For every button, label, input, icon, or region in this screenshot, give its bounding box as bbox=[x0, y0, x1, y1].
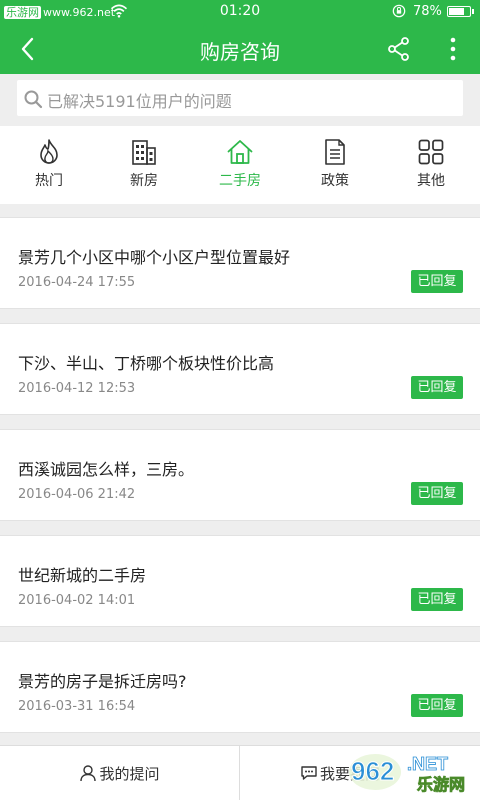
question-item[interactable]: 景芳几个小区中哪个小区户型位置最好 2016-04-24 17:55 已回复 bbox=[0, 217, 480, 309]
status-time: 01:20 bbox=[219, 3, 261, 19]
tab-new-house-label: 新房 bbox=[130, 173, 158, 189]
battery-icon bbox=[447, 6, 474, 17]
question-item[interactable]: 景芳的房子是拆迁房吗? 2016-03-31 16:54 已回复 bbox=[0, 641, 480, 733]
flame-icon bbox=[40, 139, 58, 164]
tab-hot-label: 热门 bbox=[35, 173, 63, 189]
watermark-name: 乐游网 bbox=[417, 775, 465, 794]
user-icon bbox=[80, 765, 97, 782]
watermark-net: .NET bbox=[407, 754, 448, 774]
grid-icon bbox=[418, 139, 444, 165]
tab-second-hand-label: 二手房 bbox=[219, 173, 261, 189]
rotation-lock-icon bbox=[392, 4, 406, 18]
my-questions-label: 我的提问 bbox=[99, 765, 160, 783]
building-icon bbox=[132, 140, 156, 165]
app-header: 购房咨询 bbox=[0, 24, 480, 74]
question-title: 景芳的房子是拆迁房吗? bbox=[18, 672, 187, 691]
question-date: 2016-04-02 14:01 bbox=[18, 593, 136, 608]
question-item[interactable]: 下沙、半山、丁桥哪个板块性价比高 2016-04-12 12:53 已回复 bbox=[0, 323, 480, 415]
question-date: 2016-04-06 21:42 bbox=[18, 487, 136, 502]
answered-badge: 已回复 bbox=[411, 588, 463, 611]
answered-badge: 已回复 bbox=[411, 482, 463, 505]
question-title: 世纪新城的二手房 bbox=[18, 566, 147, 585]
question-title: 景芳几个小区中哪个小区户型位置最好 bbox=[18, 248, 291, 267]
question-title: 下沙、半山、丁桥哪个板块性价比高 bbox=[18, 354, 275, 373]
search-area: 已解决5191位用户的问题 bbox=[0, 74, 480, 124]
chat-bubble-icon bbox=[301, 766, 317, 780]
battery-percent: 78% bbox=[413, 4, 442, 19]
question-item[interactable]: 西溪诚园怎么样，三房。 2016-04-06 21:42 已回复 bbox=[0, 429, 480, 521]
answered-badge: 已回复 bbox=[411, 694, 463, 717]
tab-other-label: 其他 bbox=[417, 173, 445, 189]
watermark-logo: 962 .NET 乐游网 bbox=[349, 754, 465, 794]
tab-policy-label: 政策 bbox=[321, 173, 349, 189]
watermark-962: 962 bbox=[351, 756, 394, 786]
house-icon bbox=[227, 140, 253, 164]
tab-other[interactable]: 其他 bbox=[383, 134, 479, 196]
question-title: 西溪诚园怎么样，三房。 bbox=[18, 460, 195, 479]
tab-policy[interactable]: 政策 bbox=[287, 134, 383, 196]
tab-second-hand[interactable]: 二手房 bbox=[192, 134, 288, 196]
category-tabs: 热门 新房 二手房 政策 其他 bbox=[0, 126, 480, 204]
question-item[interactable]: 世纪新城的二手房 2016-04-02 14:01 已回复 bbox=[0, 535, 480, 627]
search-input[interactable]: 已解决5191位用户的问题 bbox=[17, 80, 463, 116]
tab-new-house[interactable]: 新房 bbox=[96, 134, 192, 196]
tab-hot[interactable]: 热门 bbox=[1, 134, 97, 196]
status-bar: 乐游网 www.962.net 01:20 78% bbox=[0, 0, 480, 24]
question-date: 2016-03-31 16:54 bbox=[18, 699, 136, 714]
search-icon bbox=[24, 90, 43, 109]
question-date: 2016-04-12 12:53 bbox=[18, 381, 136, 396]
document-icon bbox=[325, 139, 345, 165]
more-vertical-icon[interactable] bbox=[440, 36, 466, 62]
share-icon[interactable] bbox=[386, 36, 412, 62]
answered-badge: 已回复 bbox=[411, 270, 463, 293]
search-placeholder: 已解决5191位用户的问题 bbox=[47, 92, 232, 111]
answered-badge: 已回复 bbox=[411, 376, 463, 399]
question-date: 2016-04-24 17:55 bbox=[18, 275, 136, 290]
